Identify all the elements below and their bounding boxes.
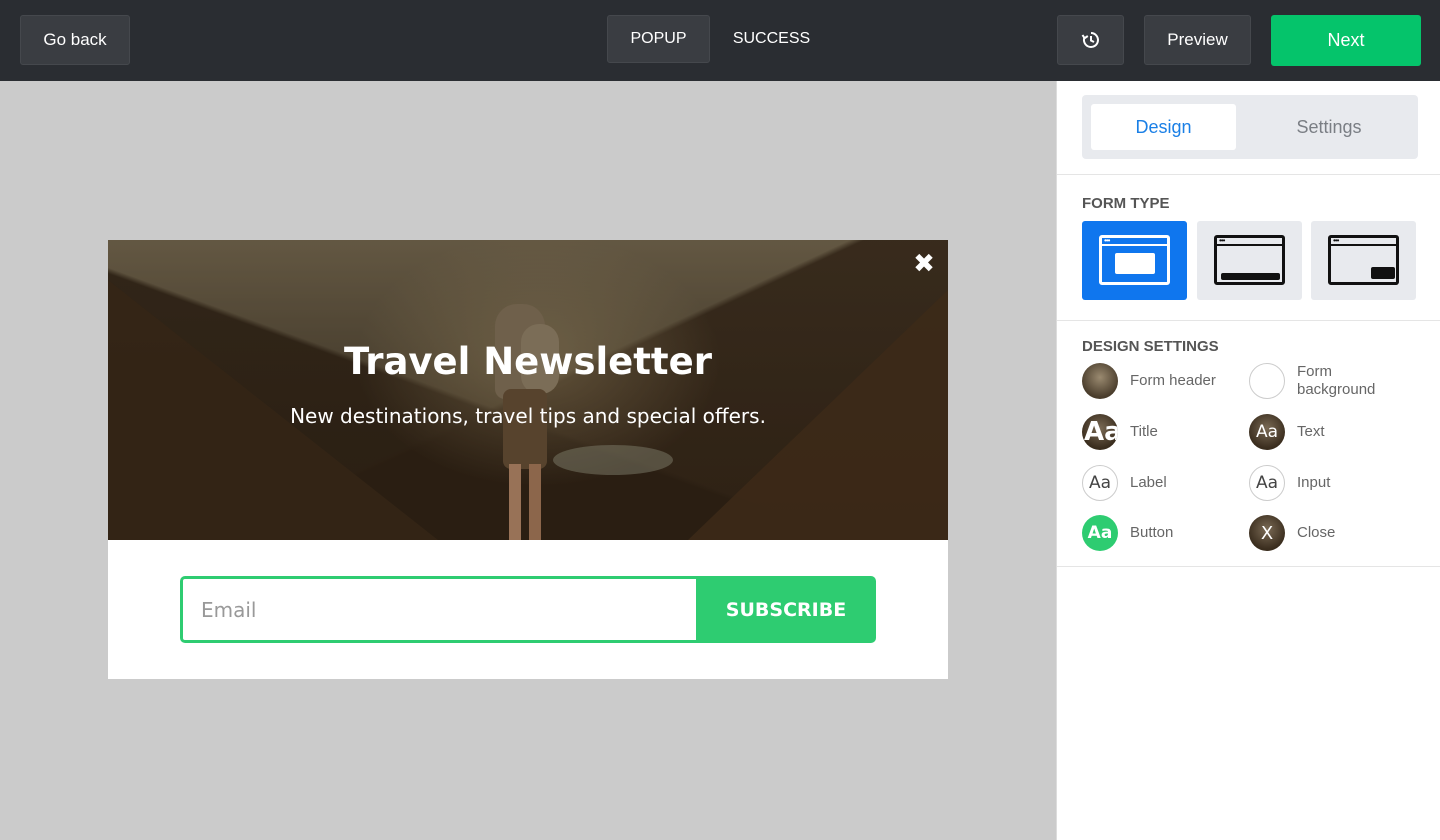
setting-label: Form header bbox=[1130, 372, 1216, 389]
setting-input[interactable]: Aa Input bbox=[1249, 465, 1330, 501]
setting-label: Text bbox=[1297, 423, 1325, 440]
window-bar bbox=[1217, 244, 1282, 246]
setting-label-style[interactable]: Aa Label bbox=[1082, 465, 1167, 501]
tab-design[interactable]: Design bbox=[1091, 104, 1236, 150]
popup-title: Travel Newsletter bbox=[344, 340, 712, 383]
form-type-bar[interactable]: ••• bbox=[1197, 221, 1302, 300]
font-swatch-icon: Aa bbox=[1082, 465, 1118, 501]
top-bar: Go back POPUP SUCCESS Preview Next bbox=[0, 0, 1440, 81]
popup-text: New destinations, travel tips and specia… bbox=[290, 404, 766, 428]
color-swatch-icon bbox=[1249, 363, 1285, 399]
setting-label: Input bbox=[1297, 474, 1331, 491]
history-button[interactable] bbox=[1057, 15, 1124, 65]
subscribe-button[interactable]: SUBSCRIBE bbox=[696, 576, 876, 643]
font-swatch-icon: Aa bbox=[1249, 414, 1285, 450]
corner-layout-icon: ••• bbox=[1328, 235, 1399, 285]
window-bar bbox=[1102, 244, 1167, 246]
font-swatch-icon: Aa bbox=[1082, 515, 1118, 551]
setting-label: Label bbox=[1130, 474, 1167, 491]
close-icon[interactable]: ✖ bbox=[908, 248, 940, 280]
window-bottom-bar bbox=[1221, 273, 1280, 280]
form-type-corner[interactable]: ••• bbox=[1311, 221, 1416, 300]
bar-layout-icon: ••• bbox=[1214, 235, 1285, 285]
tab-settings[interactable]: Settings bbox=[1248, 104, 1410, 150]
go-back-button[interactable]: Go back bbox=[20, 15, 130, 65]
header-shade bbox=[108, 240, 948, 540]
window-corner-block bbox=[1371, 267, 1395, 279]
email-field[interactable] bbox=[180, 576, 699, 643]
subscribe-form-row: SUBSCRIBE bbox=[180, 576, 876, 643]
divider bbox=[1057, 566, 1440, 567]
setting-button[interactable]: Aa Button bbox=[1082, 515, 1173, 551]
sidebar-tabs: Design Settings bbox=[1082, 95, 1418, 159]
font-swatch-icon: Aa bbox=[1082, 414, 1118, 450]
setting-label: Close bbox=[1297, 524, 1336, 541]
photo-swatch-icon bbox=[1082, 363, 1118, 399]
popup-layout-icon: ••• bbox=[1099, 235, 1170, 285]
design-sidebar: Design Settings FORM TYPE ••• ••• ••• DE… bbox=[1056, 81, 1440, 840]
setting-title[interactable]: Aa Title bbox=[1082, 414, 1158, 450]
design-settings-title: DESIGN SETTINGS bbox=[1082, 338, 1219, 355]
tab-popup[interactable]: POPUP bbox=[607, 15, 710, 63]
setting-form-header[interactable]: Form header bbox=[1082, 363, 1216, 399]
setting-label: Title bbox=[1130, 423, 1158, 440]
preview-button[interactable]: Preview bbox=[1144, 15, 1251, 65]
form-type-title: FORM TYPE bbox=[1082, 195, 1170, 212]
setting-form-background[interactable]: Form background bbox=[1249, 363, 1407, 399]
form-type-popup[interactable]: ••• bbox=[1082, 221, 1187, 300]
font-swatch-icon: Aa bbox=[1249, 465, 1285, 501]
history-icon bbox=[1081, 32, 1099, 48]
window-popup-block bbox=[1115, 253, 1155, 274]
window-bar bbox=[1331, 244, 1396, 246]
popup-form: Travel Newsletter New destinations, trav… bbox=[108, 240, 948, 679]
setting-label: Form background bbox=[1297, 363, 1376, 398]
close-swatch-icon: X bbox=[1249, 515, 1285, 551]
preview-canvas: Travel Newsletter New destinations, trav… bbox=[0, 81, 1057, 840]
divider bbox=[1057, 320, 1440, 321]
setting-label: Button bbox=[1130, 524, 1174, 541]
setting-close[interactable]: X Close bbox=[1249, 515, 1335, 551]
next-button[interactable]: Next bbox=[1271, 15, 1421, 66]
form-header-image: Travel Newsletter New destinations, trav… bbox=[108, 240, 948, 540]
divider bbox=[1057, 174, 1440, 175]
tab-success[interactable]: SUCCESS bbox=[720, 15, 823, 63]
setting-text[interactable]: Aa Text bbox=[1249, 414, 1325, 450]
